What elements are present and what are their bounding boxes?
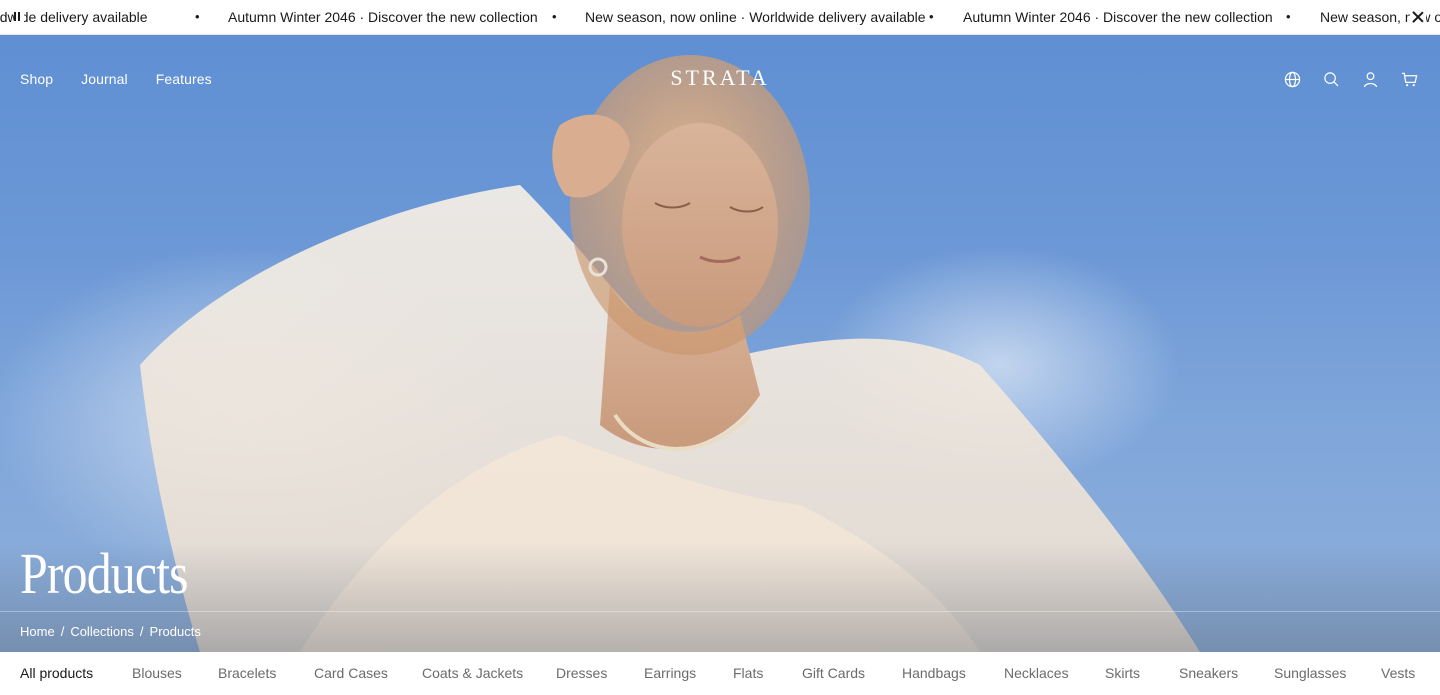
breadcrumb-home[interactable]: Home [20, 624, 55, 639]
announcement-separator: • [1286, 9, 1291, 24]
breadcrumb-separator: / [139, 624, 144, 639]
brand-logo[interactable]: STRATA [0, 65, 1440, 91]
category-sneakers[interactable]: Sneakers [1179, 665, 1238, 681]
announcement-separator: • [929, 9, 934, 24]
header-actions [1284, 71, 1418, 88]
category-all-products[interactable]: All products [20, 665, 93, 681]
category-blouses[interactable]: Blouses [132, 665, 182, 681]
category-nav: All products Blouses Bracelets Card Case… [0, 652, 1440, 695]
close-icon[interactable] [1410, 9, 1426, 25]
category-handbags[interactable]: Handbags [902, 665, 966, 681]
globe-icon[interactable] [1284, 71, 1301, 88]
hero-banner: Shop Journal Features STRATA Products Ho… [0, 35, 1440, 652]
category-dresses[interactable]: Dresses [556, 665, 607, 681]
announcement-separator: • [195, 9, 200, 24]
category-vests[interactable]: Vests [1381, 665, 1415, 681]
category-flats[interactable]: Flats [733, 665, 763, 681]
search-icon[interactable] [1323, 71, 1340, 88]
pause-icon[interactable] [14, 12, 24, 23]
announcement-message: Autumn Winter 2046 · Discover the new co… [963, 9, 1273, 25]
category-skirts[interactable]: Skirts [1105, 665, 1140, 681]
hero-divider [0, 611, 1440, 612]
page-title: Products [20, 541, 189, 606]
announcement-message: New season, now online · Worldwide deliv… [585, 9, 926, 25]
breadcrumb: Home / Collections / Products [20, 624, 201, 639]
category-necklaces[interactable]: Necklaces [1004, 665, 1069, 681]
category-gift-cards[interactable]: Gift Cards [802, 665, 865, 681]
announcement-bar: New season, now online · Worldwide deliv… [0, 0, 1440, 35]
category-bracelets[interactable]: Bracelets [218, 665, 276, 681]
category-earrings[interactable]: Earrings [644, 665, 696, 681]
breadcrumb-products: Products [149, 624, 201, 639]
breadcrumb-collections[interactable]: Collections [70, 624, 134, 639]
announcement-separator: • [552, 9, 557, 24]
cart-icon[interactable] [1401, 71, 1418, 88]
category-coats-jackets[interactable]: Coats & Jackets [422, 665, 523, 681]
account-icon[interactable] [1362, 71, 1379, 88]
announcement-message: Autumn Winter 2046 · Discover the new co… [228, 9, 538, 25]
category-sunglasses[interactable]: Sunglasses [1274, 665, 1346, 681]
breadcrumb-separator: / [60, 624, 65, 639]
category-card-cases[interactable]: Card Cases [314, 665, 388, 681]
